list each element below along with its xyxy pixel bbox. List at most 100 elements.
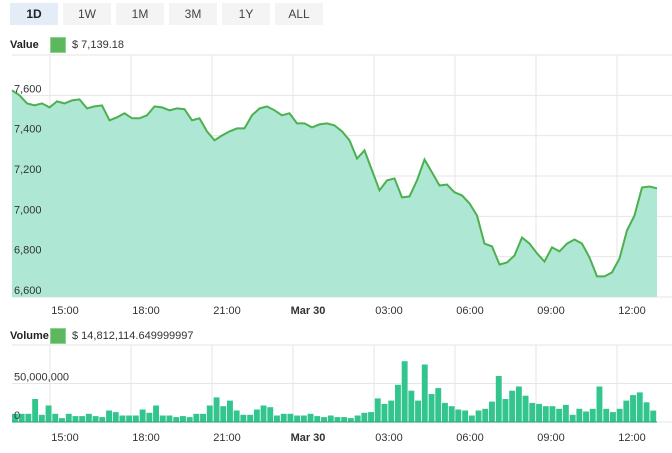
volume-bar (52, 413, 59, 422)
price-y-tick-label: 7,200 (14, 164, 42, 176)
volume-bar (294, 415, 301, 422)
volume-bar (509, 390, 516, 422)
volume-bar (193, 413, 200, 422)
volume-bar (59, 418, 65, 422)
volume-bar (381, 403, 388, 422)
volume-bar (489, 401, 495, 422)
volume-bar (569, 414, 576, 422)
volume-bar (562, 404, 569, 422)
volume-bar (227, 400, 233, 422)
volume-bar (240, 414, 247, 422)
volume-bar (583, 411, 589, 422)
volume-bar (542, 406, 549, 422)
volume-bar (32, 399, 39, 422)
volume-bar (139, 409, 146, 422)
volume-bar (213, 397, 220, 422)
volume-bar (65, 413, 72, 422)
volume-bar (395, 384, 401, 422)
volume-bar (253, 409, 260, 422)
volume-bar (515, 386, 522, 422)
volume-x-tick-label: 09:00 (537, 432, 565, 444)
volume-bar (334, 417, 341, 422)
price-x-tick-label: 09:00 (537, 305, 565, 317)
volume-bar (482, 408, 489, 422)
volume-bar (112, 412, 119, 422)
volume-bar (616, 408, 623, 422)
price-x-tick-label: 12:00 (618, 305, 646, 317)
volume-x-tick-label: 03:00 (375, 432, 403, 444)
volume-bar (45, 405, 52, 422)
volume-y-tick-label: 0 (14, 410, 20, 422)
volume-bar (576, 408, 583, 422)
volume-x-tick-label: 12:00 (618, 432, 646, 444)
volume-bar (374, 398, 381, 422)
volume-x-tick-label: 06:00 (456, 432, 484, 444)
price-x-tick-label: 18:00 (132, 305, 160, 317)
volume-bar (166, 415, 173, 422)
volume-bar (368, 412, 374, 422)
volume-bar (428, 394, 435, 422)
volume-bar (415, 400, 421, 422)
volume-bar (341, 417, 348, 422)
volume-bar (435, 388, 442, 422)
volume-bar (85, 413, 92, 422)
volume-bar (79, 416, 86, 422)
volume-bar (623, 400, 630, 422)
volume-bar (536, 403, 542, 422)
value-legend-swatch (50, 37, 66, 53)
volume-bar (529, 402, 536, 422)
volume-bar (442, 402, 448, 422)
price-y-tick-label: 7,600 (14, 83, 42, 95)
volume-bar (99, 417, 106, 422)
volume-legend-value: $ 14,812,114.649999997 (72, 330, 194, 342)
volume-bar (233, 410, 240, 422)
volume-bar (92, 416, 99, 422)
volume-bar (610, 412, 616, 422)
volume-bar (388, 400, 395, 422)
price-x-tick-label: 15:00 (51, 305, 79, 317)
volume-bar (321, 417, 327, 422)
volume-bar (549, 406, 556, 422)
volume-y-tick-label: 50,000,000 (14, 372, 69, 384)
volume-bar (126, 415, 133, 422)
volume-bar (106, 410, 112, 422)
volume-bar (354, 415, 361, 422)
volume-bar (180, 416, 186, 422)
price-y-tick-label: 7,000 (14, 204, 42, 216)
price-volume-chart: 6,600 6,800 7,000 7,200 7,400 7,600 15:00 18:00… (11, 54, 672, 444)
volume-bar (307, 413, 314, 422)
volume-bar (327, 415, 334, 422)
volume-bar (603, 408, 610, 422)
volume-legend: Volume $ 14,812,114.649999997 (10, 328, 194, 344)
volume-bar (596, 386, 603, 422)
volume-bar (146, 412, 153, 422)
volume-bar (468, 415, 475, 422)
volume-bar (475, 410, 482, 422)
price-y-tick-label: 6,600 (14, 285, 42, 297)
volume-bar (455, 409, 462, 422)
volume-bar (280, 413, 287, 422)
volume-bar (462, 410, 469, 422)
price-x-tick-label: 21:00 (213, 305, 241, 317)
volume-bar (650, 410, 657, 422)
volume-bar (220, 406, 227, 422)
volume-bar (495, 376, 502, 422)
price-x-tick-label: 03:00 (375, 305, 403, 317)
volume-bar (589, 408, 596, 422)
volume-bar (408, 390, 415, 422)
volume-bar (401, 361, 408, 422)
volume-bar (300, 415, 307, 422)
volume-x-tick-label: 18:00 (132, 432, 160, 444)
volume-bar (556, 408, 563, 422)
volume-bar (643, 402, 650, 422)
volume-bar (267, 407, 274, 422)
volume-bar (200, 413, 206, 422)
volume-bar (502, 399, 509, 422)
volume-bar (25, 413, 32, 422)
volume-bar (314, 416, 321, 422)
price-y-tick-label: 7,400 (14, 124, 42, 136)
volume-bar (119, 415, 126, 422)
volume-legend-label: Volume (10, 330, 49, 342)
price-y-tick-label: 6,800 (14, 245, 42, 257)
volume-bar (153, 405, 159, 422)
